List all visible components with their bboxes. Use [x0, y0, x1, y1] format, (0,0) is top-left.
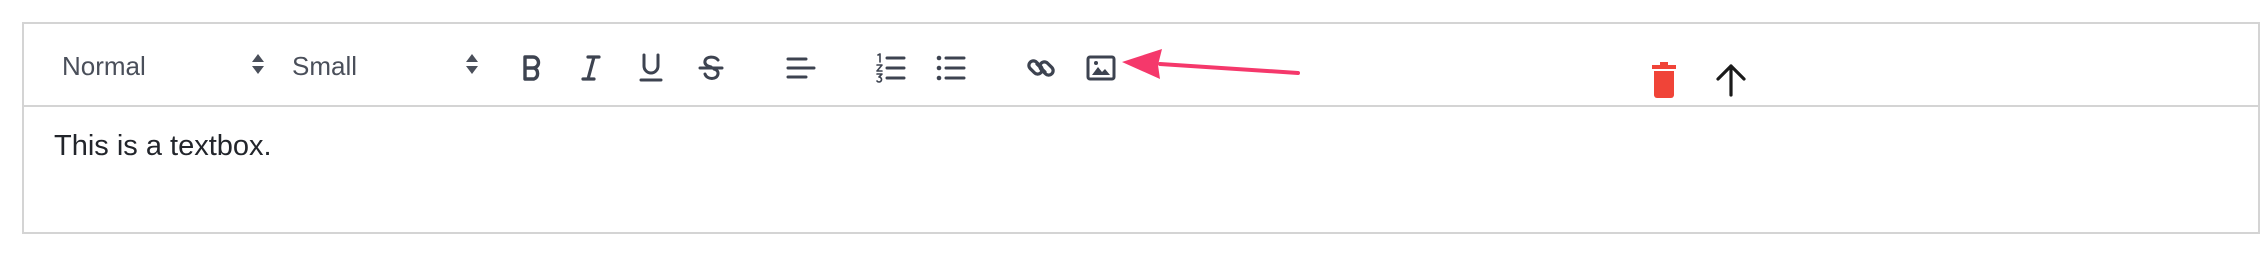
- align-button[interactable]: [781, 48, 821, 88]
- align-left-icon: [786, 57, 816, 79]
- bullet-list-icon: [936, 55, 966, 81]
- italic-icon: [581, 55, 601, 81]
- image-icon: [1086, 55, 1116, 81]
- font-picker-value: Normal: [62, 50, 146, 81]
- ordered-list-button[interactable]: [871, 48, 911, 88]
- ordered-list-icon: [876, 53, 906, 83]
- link-button[interactable]: [1021, 48, 1061, 88]
- strikethrough-icon: [698, 55, 724, 80]
- sort-arrows-icon: [251, 51, 265, 82]
- trash-icon: [1652, 62, 1676, 98]
- move-up-button[interactable]: [1711, 60, 1751, 100]
- italic-button[interactable]: [571, 48, 611, 88]
- image-button[interactable]: [1081, 48, 1121, 88]
- underline-icon: [639, 53, 663, 82]
- pointer-arrow-icon: [1120, 48, 1300, 93]
- font-picker[interactable]: Normal: [62, 46, 264, 86]
- bold-button[interactable]: [512, 48, 552, 88]
- bullet-list-button[interactable]: [931, 48, 971, 88]
- bold-icon: [523, 55, 541, 81]
- link-icon: [1027, 59, 1055, 77]
- editor-content[interactable]: This is a textbox.: [54, 130, 272, 163]
- size-picker[interactable]: Small: [292, 46, 492, 86]
- arrow-up-icon: [1716, 64, 1746, 97]
- underline-button[interactable]: [631, 48, 671, 88]
- strike-button[interactable]: [691, 48, 731, 88]
- delete-button[interactable]: [1644, 60, 1684, 100]
- sort-arrows-icon: [465, 51, 479, 82]
- size-picker-value: Small: [292, 50, 358, 81]
